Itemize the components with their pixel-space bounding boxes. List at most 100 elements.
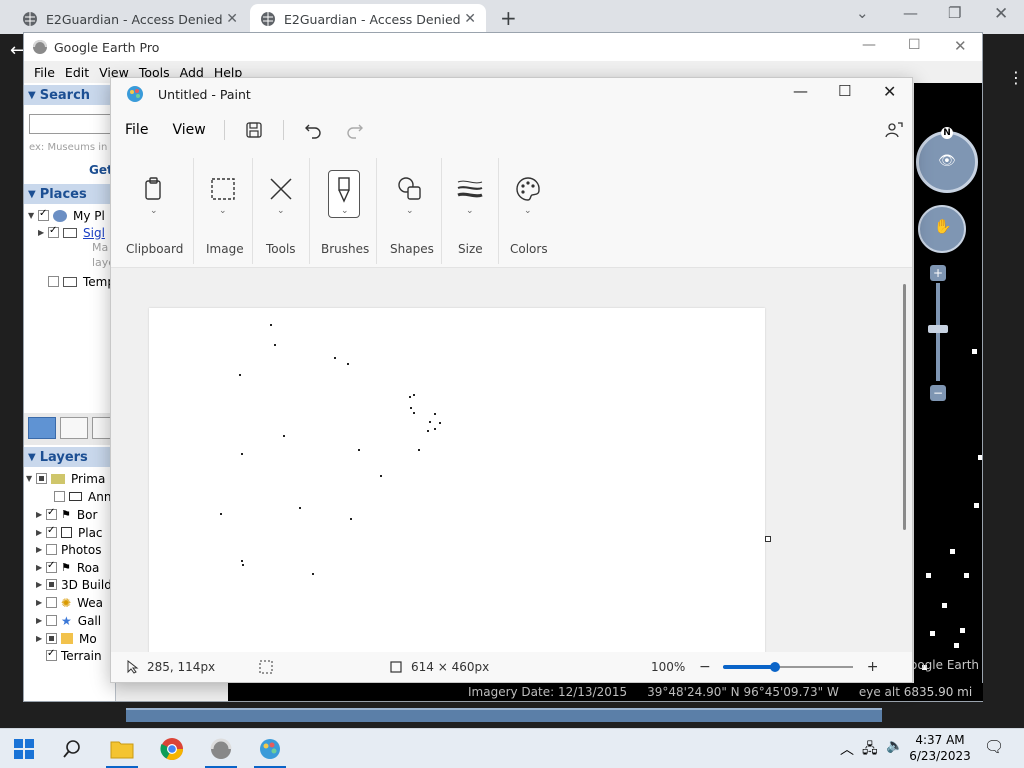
search-view-button[interactable]	[28, 417, 56, 439]
ge-menu-edit[interactable]: Edit	[65, 65, 89, 80]
ribbon-group-brushes[interactable]: ⌄ Brushes	[310, 150, 376, 268]
taskbar-file-explorer[interactable]	[102, 729, 142, 768]
places-item[interactable]: ▶ Sigl	[38, 224, 105, 241]
checkbox[interactable]	[46, 525, 57, 538]
zoom-handle[interactable]	[928, 325, 948, 333]
checkbox[interactable]	[46, 648, 57, 661]
search-input[interactable]	[29, 114, 115, 134]
checkbox[interactable]	[48, 225, 59, 238]
places-item-label[interactable]: Sigl	[83, 226, 105, 240]
minimize-icon[interactable]: —	[793, 82, 808, 100]
chevron-down-icon[interactable]: ⌄	[466, 206, 474, 216]
layers-item[interactable]: ▼ Prima	[26, 470, 105, 487]
places-item[interactable]: ▼ My Pl	[28, 207, 105, 224]
map-view[interactable]: N 👁 ✋ + − oogle Earth	[914, 83, 982, 701]
paint-workspace[interactable]	[111, 268, 912, 652]
ribbon-group-clipboard[interactable]: ⌄ Clipboard	[111, 150, 193, 268]
eye-icon[interactable]: 👁	[938, 153, 956, 169]
browser-tab[interactable]: E2Guardian - Access Denied ✕	[12, 4, 248, 34]
ribbon-group-colors[interactable]: ⌄ Colors	[499, 150, 559, 268]
layers-item[interactable]: Ann	[44, 488, 111, 505]
new-tab-button[interactable]: +	[500, 6, 517, 30]
ribbon-group-shapes[interactable]: ⌄ Shapes	[377, 150, 441, 268]
save-icon[interactable]	[245, 121, 263, 139]
checkbox[interactable]	[46, 597, 57, 608]
start-button[interactable]	[4, 729, 44, 768]
brush-icon[interactable]	[329, 174, 359, 204]
browser-tab-active[interactable]: E2Guardian - Access Denied ✕	[250, 4, 486, 34]
paint-menu-view[interactable]: View	[172, 122, 205, 138]
checkbox[interactable]	[38, 208, 49, 221]
more-icon[interactable]: ⋮	[1008, 68, 1024, 87]
layers-item[interactable]: ▶ ✺ Wea	[36, 594, 103, 611]
share-icon[interactable]	[884, 120, 904, 140]
layers-item[interactable]: ▶ 3D Build	[36, 576, 112, 593]
ribbon-group-image[interactable]: ⌄ Image	[194, 150, 252, 268]
notifications-icon[interactable]: 🗨	[984, 737, 1004, 756]
chevron-up-icon[interactable]: ︿	[840, 739, 854, 759]
layers-item[interactable]: ▶ Mo	[36, 630, 97, 647]
chevron-down-icon[interactable]: ⌄	[150, 206, 158, 216]
maximize-icon[interactable]: ☐	[908, 37, 921, 53]
chevron-down-icon[interactable]: ⌄	[219, 206, 227, 216]
taskbar-google-earth[interactable]	[201, 729, 241, 768]
layers-item[interactable]: ▶ ⚑ Bor	[36, 506, 97, 523]
canvas-resize-handle[interactable]	[765, 536, 771, 542]
places-panel-header[interactable]: ▼ Places	[24, 184, 115, 204]
chevron-down-icon[interactable]: ⌄	[341, 206, 349, 216]
zoom-out-button[interactable]: −	[699, 659, 711, 675]
minimize-icon[interactable]: —	[903, 4, 918, 22]
close-icon[interactable]: ✕	[994, 4, 1008, 24]
checkbox[interactable]	[46, 560, 57, 573]
layers-item[interactable]: ▶ Photos	[36, 541, 101, 558]
chevron-down-icon[interactable]: ⌄	[277, 206, 285, 216]
layers-item[interactable]: Terrain	[36, 647, 102, 664]
system-clock[interactable]: 4:37 AM 6/23/2023	[905, 732, 975, 764]
checkbox[interactable]	[48, 276, 59, 287]
zoom-level[interactable]: 100%	[651, 660, 693, 674]
zoom-in-icon[interactable]: +	[930, 265, 946, 281]
checkbox[interactable]	[46, 615, 57, 626]
clipboard-icon[interactable]	[139, 174, 169, 204]
taskbar-chrome[interactable]	[152, 729, 192, 768]
palette-icon[interactable]	[513, 174, 543, 204]
layers-item[interactable]: ▶ ⚑ Roa	[36, 559, 99, 576]
volume-icon[interactable]: 🔈	[886, 738, 903, 754]
redo-icon[interactable]	[346, 121, 364, 139]
search-panel-header[interactable]: ▼ Search	[24, 85, 115, 105]
layers-item[interactable]: ▶ ★ Gall	[36, 612, 101, 629]
sidebar-view-button[interactable]	[60, 417, 88, 439]
close-icon[interactable]: ✕	[883, 82, 896, 101]
layers-item[interactable]: ▶ Plac	[36, 524, 103, 541]
checkbox[interactable]	[46, 633, 57, 644]
minimize-icon[interactable]: —	[862, 37, 876, 53]
layers-panel-header[interactable]: ▼ Layers	[24, 447, 115, 467]
ribbon-group-tools[interactable]: ⌄ Tools	[253, 150, 309, 268]
checkbox[interactable]	[46, 507, 57, 520]
close-icon[interactable]: ✕	[954, 37, 967, 55]
undo-icon[interactable]	[304, 121, 322, 139]
checkbox[interactable]	[46, 544, 57, 555]
zoom-slider[interactable]	[722, 660, 853, 674]
places-item[interactable]: Tempo	[38, 273, 115, 290]
chevron-down-icon[interactable]: ⌄	[406, 206, 414, 216]
checkbox[interactable]	[36, 473, 47, 484]
select-rectangle-icon[interactable]	[208, 174, 238, 204]
close-icon[interactable]: ✕	[464, 11, 476, 27]
search-button[interactable]	[52, 729, 92, 768]
network-icon[interactable]: 🖧	[862, 738, 878, 762]
close-icon[interactable]: ✕	[226, 11, 238, 27]
maximize-icon[interactable]: ☐	[838, 82, 851, 100]
restore-icon[interactable]: ❐	[948, 4, 961, 22]
paint-menu-file[interactable]: File	[125, 122, 148, 138]
pencil-eraser-icon[interactable]	[266, 174, 296, 204]
zoom-slider-thumb[interactable]	[769, 662, 780, 672]
ge-menu-file[interactable]: File	[34, 65, 55, 80]
shapes-icon[interactable]	[395, 174, 425, 204]
checkbox[interactable]	[46, 579, 57, 590]
checkbox[interactable]	[54, 491, 65, 502]
zoom-slider[interactable]: + −	[928, 265, 948, 405]
line-size-icon[interactable]	[455, 174, 485, 204]
vertical-scrollbar[interactable]	[903, 284, 906, 530]
ribbon-group-size[interactable]: ⌄ Size	[442, 150, 498, 268]
